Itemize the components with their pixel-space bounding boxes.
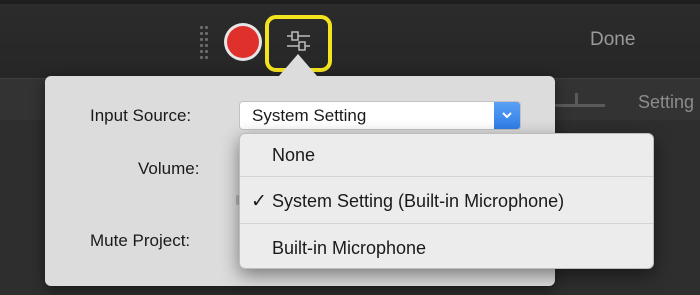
chevron-down-icon[interactable] <box>494 102 520 129</box>
menu-separator <box>240 176 653 177</box>
record-button[interactable] <box>224 23 262 61</box>
menu-item-label: None <box>272 145 316 165</box>
volume-label: Volume: <box>138 159 200 178</box>
done-button[interactable]: Done <box>590 29 635 51</box>
drag-handle-icon[interactable] <box>200 26 210 62</box>
background-slider-knob <box>575 93 578 107</box>
record-icon <box>227 26 259 58</box>
menu-item-label: Built-in Microphone <box>272 238 427 258</box>
settings-label[interactable]: Setting <box>638 92 694 113</box>
menu-item-built-in-microphone[interactable]: Built-in Microphone <box>240 231 653 265</box>
input-source-value: System Setting <box>252 106 367 125</box>
background-slider-track <box>555 104 605 107</box>
popover-arrow <box>279 54 317 76</box>
mute-project-label: Mute Project: <box>90 231 191 250</box>
input-source-select[interactable]: System Setting <box>239 101 521 130</box>
input-source-menu: None ✓ System Setting (Built-in Micropho… <box>239 133 654 269</box>
checkmark-icon: ✓ <box>251 191 267 212</box>
toolbar-top-edge <box>0 0 700 4</box>
menu-item-system-setting[interactable]: ✓ System Setting (Built-in Microphone) <box>240 184 653 218</box>
menu-item-none[interactable]: None <box>240 138 653 172</box>
input-source-label: Input Source: <box>90 106 192 125</box>
menu-item-label: System Setting (Built-in Microphone) <box>272 191 565 211</box>
menu-separator <box>240 223 653 224</box>
toolbar: Done <box>0 0 700 78</box>
